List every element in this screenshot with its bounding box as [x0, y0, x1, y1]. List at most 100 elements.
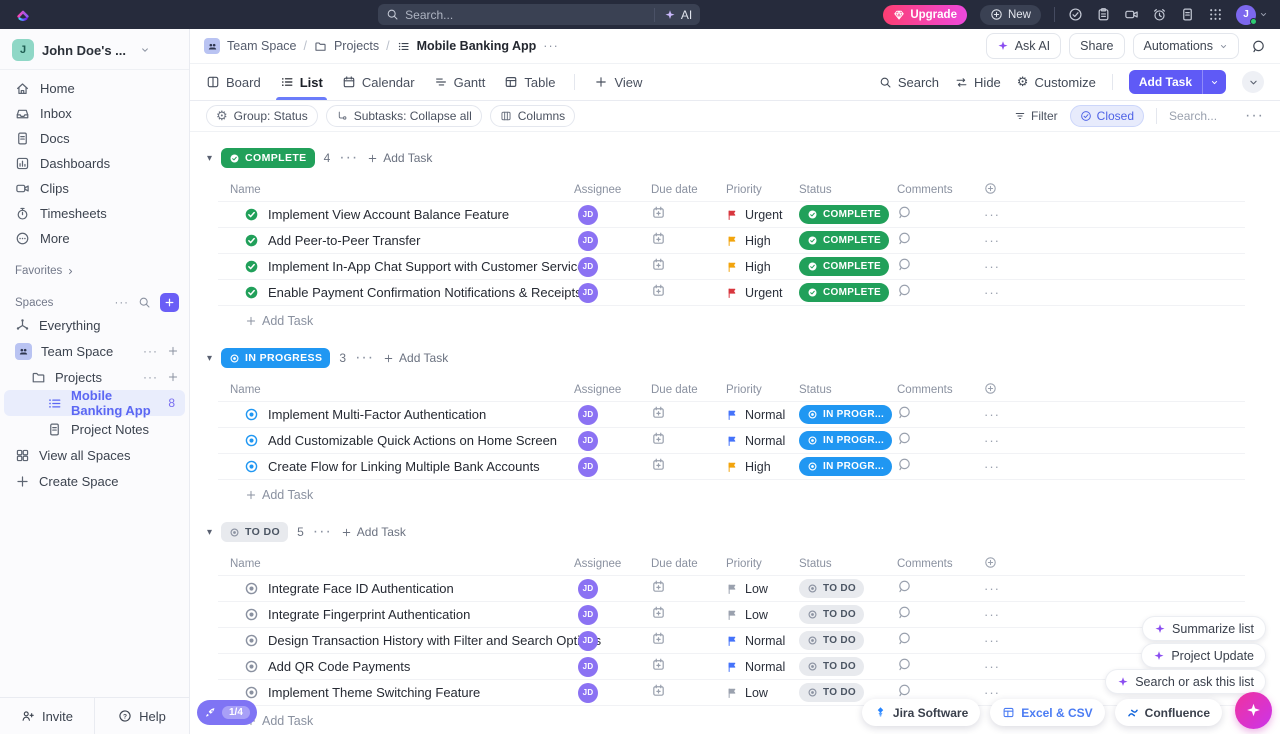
sidebar-item-clips[interactable]: Clips	[0, 176, 189, 201]
status-badge[interactable]: COMPLETE	[799, 283, 889, 302]
group-status-badge[interactable]: TO DO	[221, 522, 288, 542]
group-status-badge[interactable]: COMPLETE	[221, 148, 315, 168]
collapse-group-icon[interactable]	[207, 527, 212, 538]
row-more-icon[interactable]	[984, 633, 1000, 648]
status-badge[interactable]: COMPLETE	[799, 231, 889, 250]
global-search-input[interactable]	[405, 8, 648, 22]
tab-board[interactable]: Board	[206, 64, 261, 100]
task-complete-icon[interactable]	[244, 207, 259, 222]
task-complete-icon[interactable]	[244, 259, 259, 274]
status-badge[interactable]: IN PROGR...	[799, 457, 892, 476]
task-name[interactable]: Integrate Fingerprint Authentication	[268, 607, 470, 622]
space-add-icon[interactable]	[167, 345, 179, 357]
add-space-button[interactable]	[160, 293, 179, 312]
space-more-icon[interactable]	[143, 344, 158, 358]
due-date-icon[interactable]	[651, 283, 666, 298]
assignee-avatar[interactable]: JD	[578, 283, 598, 303]
task-row[interactable]: Create Flow for Linking Multiple Bank Ac…	[218, 454, 1245, 480]
task-todo-icon[interactable]	[244, 633, 259, 648]
assignee-avatar[interactable]: JD	[578, 257, 598, 277]
row-more-icon[interactable]	[984, 581, 1000, 596]
clickup-logo-icon[interactable]	[15, 7, 31, 23]
row-more-icon[interactable]	[984, 285, 1000, 300]
due-date-icon[interactable]	[651, 257, 666, 272]
group-add-task-button[interactable]: Add Task	[383, 351, 448, 365]
global-search[interactable]: AI	[378, 4, 700, 25]
task-row[interactable]: Enable Payment Confirmation Notification…	[218, 280, 1245, 306]
task-row[interactable]: Implement Multi-Factor Authentication JD…	[218, 402, 1245, 428]
user-menu[interactable]: J	[1236, 5, 1268, 25]
tab-gantt[interactable]: Gantt	[434, 64, 486, 100]
assignee-avatar[interactable]: JD	[578, 431, 598, 451]
task-row[interactable]: Implement View Account Balance Feature J…	[218, 202, 1245, 228]
comment-icon[interactable]	[897, 657, 912, 672]
row-more-icon[interactable]	[984, 459, 1000, 474]
task-todo-icon[interactable]	[244, 607, 259, 622]
comment-icon[interactable]	[897, 579, 912, 594]
tab-list[interactable]: List	[280, 64, 323, 100]
assignee-avatar[interactable]: JD	[578, 605, 598, 625]
summarize-list-button[interactable]: Summarize list	[1142, 616, 1266, 641]
column-due-date[interactable]: Due date	[647, 558, 722, 570]
tab-table[interactable]: Table	[504, 64, 555, 100]
group-add-task-button[interactable]: Add Task	[367, 151, 432, 165]
task-row[interactable]: Integrate Face ID Authentication JD Low …	[218, 576, 1245, 602]
row-more-icon[interactable]	[984, 207, 1000, 222]
sidebar-item-timesheets[interactable]: Timesheets	[0, 201, 189, 226]
priority-label[interactable]: Low	[745, 582, 768, 596]
row-more-icon[interactable]	[984, 407, 1000, 422]
column-priority[interactable]: Priority	[722, 558, 795, 570]
comment-icon[interactable]	[897, 457, 912, 472]
priority-label[interactable]: Normal	[745, 634, 785, 648]
breadcrumb-space[interactable]: Team Space	[227, 39, 296, 53]
status-badge[interactable]: TO DO	[799, 631, 864, 650]
task-in-progress-icon[interactable]	[244, 459, 259, 474]
new-button[interactable]: New	[980, 5, 1041, 25]
closed-toggle[interactable]: Closed	[1070, 105, 1144, 127]
column-comments[interactable]: Comments	[893, 558, 980, 570]
priority-label[interactable]: Normal	[745, 660, 785, 674]
due-date-icon[interactable]	[651, 205, 666, 220]
column-comments[interactable]: Comments	[893, 384, 980, 396]
task-name[interactable]: Add Customizable Quick Actions on Home S…	[268, 433, 557, 448]
ai-fab-button[interactable]	[1235, 692, 1272, 729]
apps-grid-icon[interactable]	[1208, 7, 1223, 22]
assignee-avatar[interactable]: JD	[578, 683, 598, 703]
sidebar-item-more[interactable]: More	[0, 226, 189, 251]
task-complete-icon[interactable]	[244, 285, 259, 300]
column-status[interactable]: Status	[795, 384, 893, 396]
task-row[interactable]: Add Peer-to-Peer Transfer JD High COMPLE…	[218, 228, 1245, 254]
column-status[interactable]: Status	[795, 558, 893, 570]
column-assignee[interactable]: Assignee	[570, 558, 647, 570]
column-name[interactable]: Name	[218, 184, 570, 196]
due-date-icon[interactable]	[651, 631, 666, 646]
task-in-progress-icon[interactable]	[244, 433, 259, 448]
task-todo-icon[interactable]	[244, 685, 259, 700]
column-comments[interactable]: Comments	[893, 184, 980, 196]
collapse-group-icon[interactable]	[207, 353, 212, 364]
row-more-icon[interactable]	[984, 659, 1000, 674]
due-date-icon[interactable]	[651, 605, 666, 620]
task-name[interactable]: Create Flow for Linking Multiple Bank Ac…	[268, 459, 540, 474]
status-badge[interactable]: TO DO	[799, 605, 864, 624]
search-or-ask-button[interactable]: Search or ask this list	[1105, 669, 1266, 694]
task-name[interactable]: Enable Payment Confirmation Notification…	[268, 285, 582, 300]
task-name[interactable]: Integrate Face ID Authentication	[268, 581, 454, 596]
task-name[interactable]: Implement Multi-Factor Authentication	[268, 407, 486, 422]
status-badge[interactable]: TO DO	[799, 683, 864, 702]
sidebar-item-mobile-banking-app[interactable]: Mobile Banking App 8	[4, 390, 185, 416]
task-name[interactable]: Implement In-App Chat Support with Custo…	[268, 259, 584, 274]
columns-button[interactable]: Columns	[490, 105, 575, 127]
project-update-button[interactable]: Project Update	[1141, 643, 1266, 668]
sidebar-item-everything[interactable]: Everything	[0, 312, 189, 338]
comment-icon[interactable]	[897, 205, 912, 220]
assignee-avatar[interactable]: JD	[578, 457, 598, 477]
assignee-avatar[interactable]: JD	[578, 231, 598, 251]
folder-more-icon[interactable]	[143, 370, 158, 384]
assignee-avatar[interactable]: JD	[578, 631, 598, 651]
task-row[interactable]: Design Transaction History with Filter a…	[218, 628, 1245, 654]
task-name[interactable]: Add Peer-to-Peer Transfer	[268, 233, 420, 248]
task-todo-icon[interactable]	[244, 659, 259, 674]
comment-icon[interactable]	[897, 683, 912, 698]
hide-button[interactable]: Hide	[955, 75, 1001, 90]
